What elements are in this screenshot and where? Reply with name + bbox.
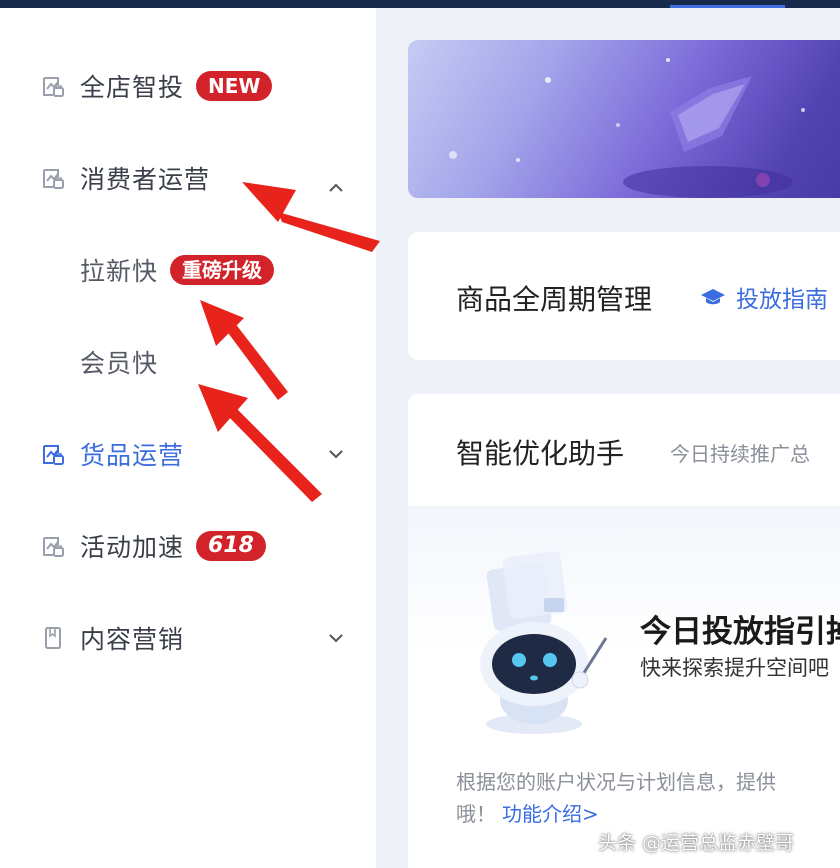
red-arrow-icon [198,384,322,502]
annotation-arrows [198,182,380,502]
red-arrow-icon [242,182,380,252]
watermark: 头条 @运营总监赤壁哥 [598,832,795,854]
red-arrow-icon [200,300,288,400]
